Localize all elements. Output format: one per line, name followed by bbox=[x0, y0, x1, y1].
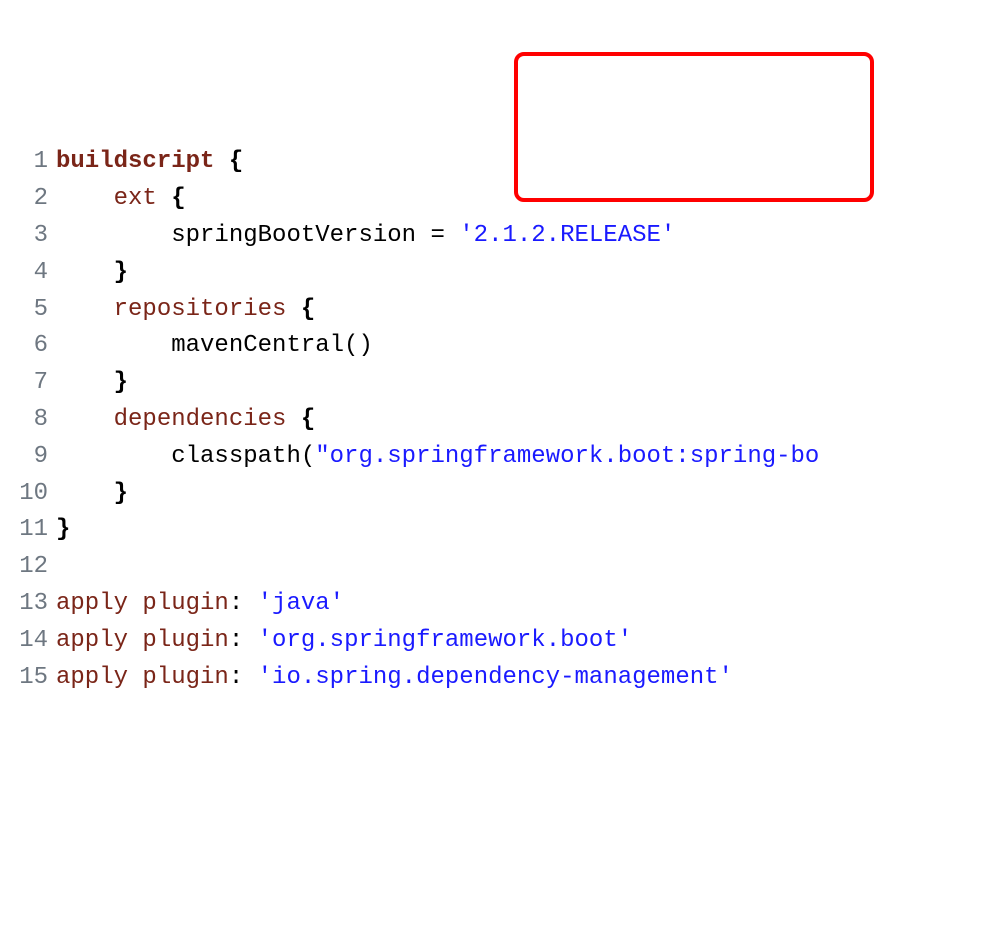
code-line: 1 buildscript { bbox=[0, 144, 1006, 181]
line-number: 11 bbox=[0, 512, 56, 548]
colon: : bbox=[229, 627, 258, 654]
keyword-plugin: plugin bbox=[142, 590, 228, 617]
code-line: 9 classpath("org.springframework.boot:sp… bbox=[0, 438, 1006, 475]
code-line: 11 } bbox=[0, 512, 1006, 549]
code-content: apply plugin: 'java' bbox=[56, 586, 1006, 622]
code-content: classpath("org.springframework.boot:spri… bbox=[56, 439, 1006, 475]
brace: } bbox=[56, 480, 128, 507]
brace: { bbox=[214, 148, 243, 175]
brace: } bbox=[56, 259, 128, 286]
line-number: 14 bbox=[0, 623, 56, 659]
space bbox=[128, 664, 142, 691]
space bbox=[128, 590, 142, 617]
keyword-ext: ext bbox=[114, 185, 157, 212]
string-plugin: 'java' bbox=[258, 590, 344, 617]
code-content: dependencies { bbox=[56, 402, 1006, 438]
method-call: mavenCentral() bbox=[56, 332, 373, 359]
code-content: } bbox=[56, 255, 1006, 291]
line-number: 5 bbox=[0, 292, 56, 328]
code-line: 12 bbox=[0, 549, 1006, 586]
line-number: 9 bbox=[0, 439, 56, 475]
code-content: } bbox=[56, 512, 1006, 548]
keyword-apply: apply bbox=[56, 590, 128, 617]
line-number: 3 bbox=[0, 218, 56, 254]
keyword-buildscript: buildscript bbox=[56, 148, 214, 175]
code-line: 10 } bbox=[0, 475, 1006, 512]
keyword-plugin: plugin bbox=[142, 627, 228, 654]
assignment: springBootVersion = bbox=[56, 222, 459, 249]
code-content: ext { bbox=[56, 181, 1006, 217]
brace: { bbox=[157, 185, 186, 212]
colon: : bbox=[229, 590, 258, 617]
code-content: apply plugin: 'io.spring.dependency-mana… bbox=[56, 660, 1006, 696]
colon: : bbox=[229, 664, 258, 691]
indent bbox=[56, 406, 114, 433]
brace: } bbox=[56, 516, 70, 543]
string-plugin: 'io.spring.dependency-management' bbox=[258, 664, 733, 691]
line-number: 15 bbox=[0, 660, 56, 696]
code-line: 3 springBootVersion = '2.1.2.RELEASE' bbox=[0, 218, 1006, 255]
code-line: 14 apply plugin: 'org.springframework.bo… bbox=[0, 622, 1006, 659]
code-content: apply plugin: 'org.springframework.boot' bbox=[56, 623, 1006, 659]
code-line: 7 } bbox=[0, 365, 1006, 402]
brace: } bbox=[56, 369, 128, 396]
code-content: } bbox=[56, 476, 1006, 512]
code-content: springBootVersion = '2.1.2.RELEASE' bbox=[56, 218, 1006, 254]
code-line: 6 mavenCentral() bbox=[0, 328, 1006, 365]
code-block: 1 buildscript { 2 ext { 3 springBootVers… bbox=[0, 144, 1006, 696]
brace: { bbox=[286, 296, 315, 323]
string-classpath: "org.springframework.boot:spring-bo bbox=[315, 443, 819, 470]
space bbox=[128, 627, 142, 654]
code-content: mavenCentral() bbox=[56, 328, 1006, 364]
code-content: repositories { bbox=[56, 292, 1006, 328]
code-line: 4 } bbox=[0, 254, 1006, 291]
keyword-repositories: repositories bbox=[114, 296, 287, 323]
keyword-apply: apply bbox=[56, 627, 128, 654]
keyword-apply: apply bbox=[56, 664, 128, 691]
line-number: 8 bbox=[0, 402, 56, 438]
line-number: 13 bbox=[0, 586, 56, 622]
brace: { bbox=[286, 406, 315, 433]
code-line: 2 ext { bbox=[0, 181, 1006, 218]
line-number: 2 bbox=[0, 181, 56, 217]
code-line: 5 repositories { bbox=[0, 291, 1006, 328]
code-line: 15 apply plugin: 'io.spring.dependency-m… bbox=[0, 659, 1006, 696]
indent bbox=[56, 185, 114, 212]
keyword-dependencies: dependencies bbox=[114, 406, 287, 433]
indent bbox=[56, 296, 114, 323]
line-number: 10 bbox=[0, 476, 56, 512]
method-call: classpath( bbox=[56, 443, 315, 470]
code-content: buildscript { bbox=[56, 144, 1006, 180]
line-number: 1 bbox=[0, 144, 56, 180]
line-number: 4 bbox=[0, 255, 56, 291]
string-version: '2.1.2.RELEASE' bbox=[459, 222, 675, 249]
line-number: 12 bbox=[0, 549, 56, 585]
code-line: 13 apply plugin: 'java' bbox=[0, 586, 1006, 623]
keyword-plugin: plugin bbox=[142, 664, 228, 691]
string-plugin: 'org.springframework.boot' bbox=[258, 627, 632, 654]
line-number: 7 bbox=[0, 365, 56, 401]
code-line: 8 dependencies { bbox=[0, 402, 1006, 439]
line-number: 6 bbox=[0, 328, 56, 364]
code-content: } bbox=[56, 365, 1006, 401]
